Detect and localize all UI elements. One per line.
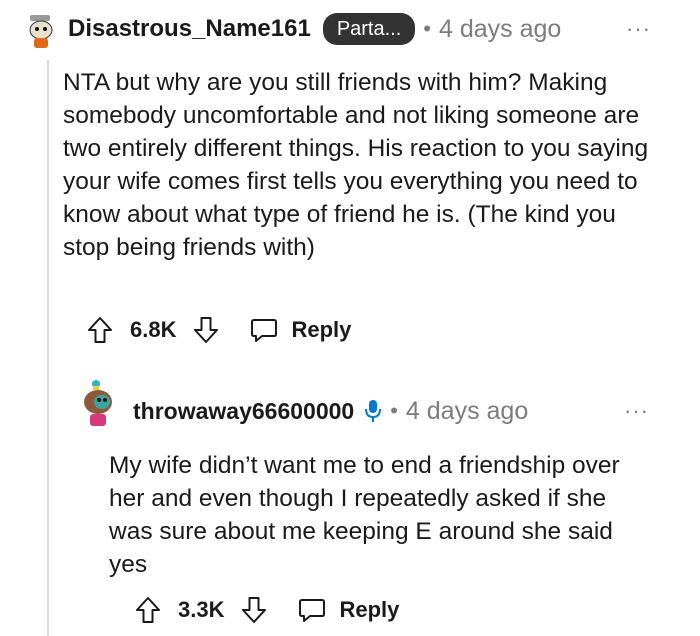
more-options-icon[interactable]: ··· — [626, 16, 651, 42]
username[interactable]: throwaway66600000 — [133, 398, 354, 425]
user-avatar[interactable] — [26, 12, 56, 52]
vote-score: 6.8K — [130, 317, 177, 342]
downvote-icon[interactable] — [192, 315, 220, 345]
timestamp[interactable]: 4 days ago — [406, 397, 528, 426]
reply-label: Reply — [339, 597, 400, 622]
separator-dot: • — [423, 16, 431, 41]
upvote-icon[interactable] — [134, 595, 162, 625]
comment-actions: 6.8K Reply — [86, 312, 351, 348]
separator-dot: • — [390, 398, 398, 423]
comment-header: Disastrous_Name161 Parta... • 4 days ago — [68, 10, 561, 48]
more-options-icon[interactable]: ··· — [624, 398, 649, 424]
comment-icon — [251, 319, 278, 342]
user-flair: Parta... — [322, 13, 416, 45]
reply-button[interactable]: Reply — [250, 317, 351, 343]
downvote-icon[interactable] — [240, 595, 268, 625]
reply-button[interactable]: Reply — [298, 597, 399, 623]
user-avatar[interactable] — [78, 378, 118, 430]
reply-header: throwaway66600000 • 4 days ago — [133, 392, 528, 430]
vote-score: 3.3K — [178, 597, 225, 622]
upvote-icon[interactable] — [86, 315, 114, 345]
microphone-icon — [364, 398, 382, 424]
reply-body: My wife didn’t want me to end a friendsh… — [109, 452, 620, 578]
reply-actions: 3.3K Reply — [134, 592, 399, 628]
thread-line[interactable] — [47, 60, 49, 636]
timestamp[interactable]: 4 days ago — [439, 15, 561, 44]
comment-body: NTA but why are you still friends with h… — [63, 69, 649, 261]
reply-label: Reply — [291, 317, 352, 342]
username[interactable]: Disastrous_Name161 — [68, 15, 311, 43]
comment-icon — [299, 599, 326, 622]
